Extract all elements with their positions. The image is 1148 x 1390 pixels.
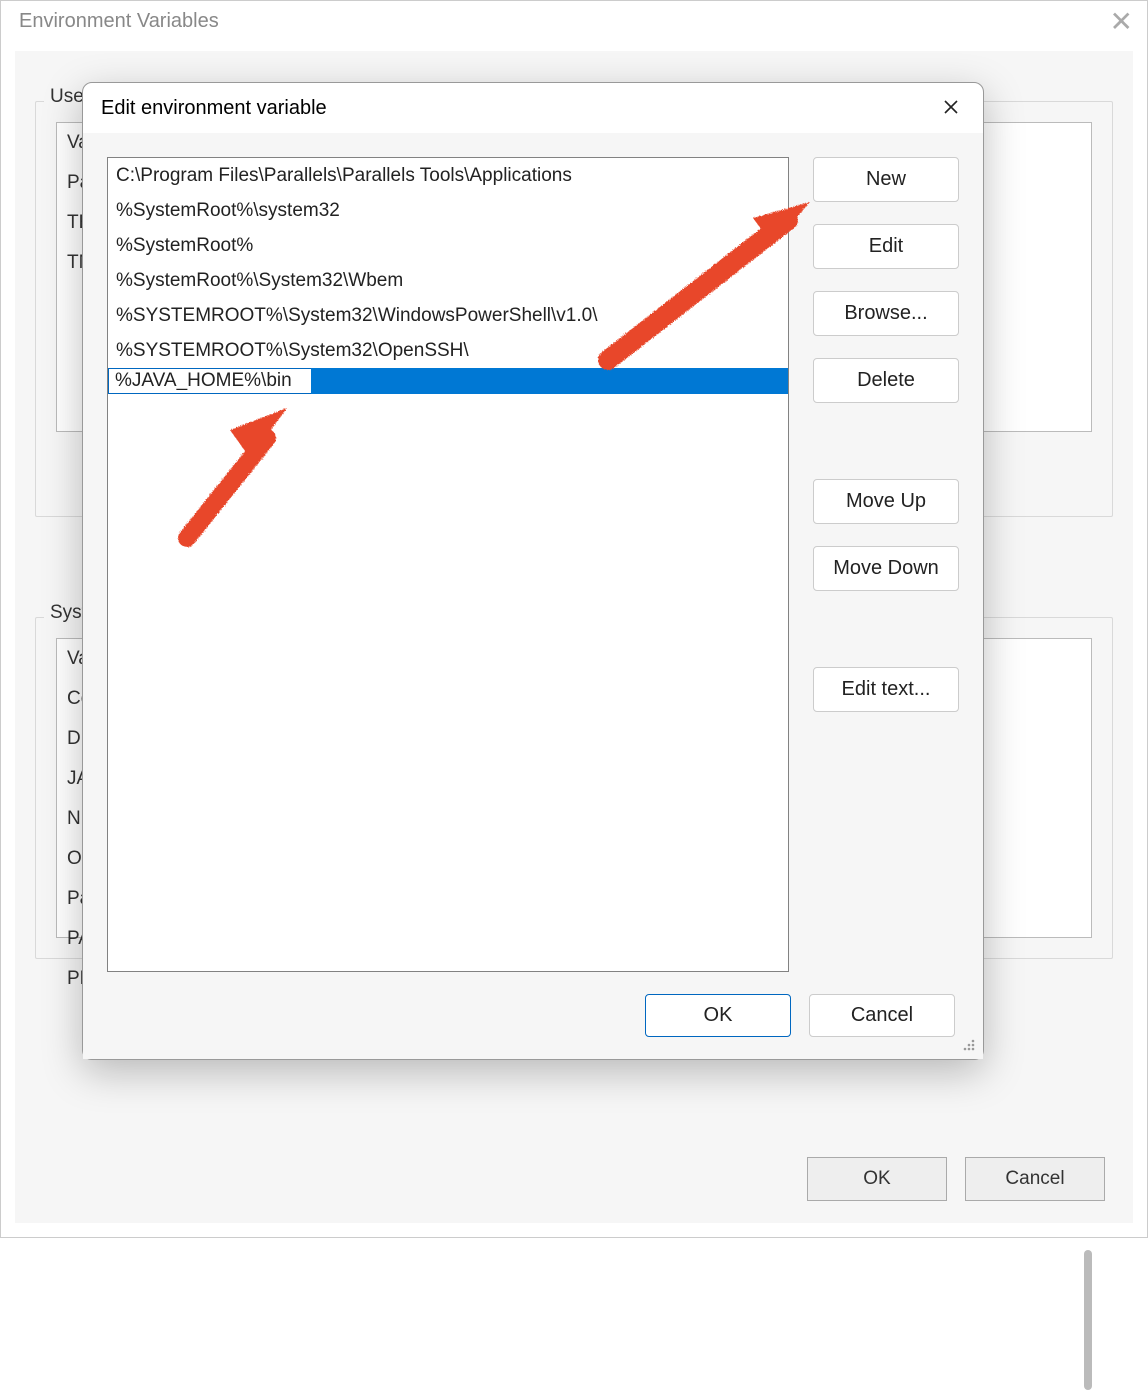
side-buttons: New Edit Browse... Delete Move Up Move D… (813, 157, 959, 972)
move-down-button[interactable]: Move Down (813, 546, 959, 591)
delete-button[interactable]: Delete (813, 358, 959, 403)
edit-text-button[interactable]: Edit text... (813, 667, 959, 712)
path-entry[interactable]: %SYSTEMROOT%\System32\OpenSSH\ (108, 333, 788, 368)
path-entry-editing[interactable] (108, 368, 788, 394)
edit-env-var-dialog: Edit environment variable C:\Program Fil… (82, 82, 984, 1060)
new-button[interactable]: New (813, 157, 959, 202)
env-vars-bottom-buttons: OK Cancel (807, 1157, 1105, 1201)
edit-dialog-titlebar: Edit environment variable (83, 83, 983, 133)
ok-button[interactable]: OK (807, 1157, 947, 1201)
path-edit-input[interactable] (108, 368, 311, 394)
move-up-button[interactable]: Move Up (813, 479, 959, 524)
scrollbar-thumb[interactable] (1084, 1250, 1092, 1390)
env-vars-titlebar: Environment Variables ✕ (1, 1, 1147, 44)
edit-dialog-body: C:\Program Files\Parallels\Parallels Too… (83, 133, 983, 972)
env-vars-title: Environment Variables (19, 10, 219, 33)
path-entry[interactable]: C:\Program Files\Parallels\Parallels Too… (108, 158, 788, 193)
path-entry[interactable]: %SYSTEMROOT%\System32\WindowsPowerShell\… (108, 298, 788, 333)
browse-button[interactable]: Browse... (813, 291, 959, 336)
close-icon[interactable]: ✕ (1110, 5, 1133, 38)
edit-dialog-bottom: OK Cancel (83, 972, 983, 1059)
path-entry[interactable]: %SystemRoot% (108, 228, 788, 263)
path-entry[interactable]: %SystemRoot%\System32\Wbem (108, 263, 788, 298)
resize-grip-icon[interactable] (959, 1035, 977, 1053)
cancel-button[interactable]: Cancel (809, 994, 955, 1037)
path-entry[interactable]: %SystemRoot%\system32 (108, 193, 788, 228)
close-icon[interactable] (937, 91, 965, 125)
cancel-button[interactable]: Cancel (965, 1157, 1105, 1201)
edit-dialog-title: Edit environment variable (101, 97, 327, 120)
ok-button[interactable]: OK (645, 994, 791, 1037)
edit-button[interactable]: Edit (813, 224, 959, 269)
path-list[interactable]: C:\Program Files\Parallels\Parallels Too… (107, 157, 789, 972)
